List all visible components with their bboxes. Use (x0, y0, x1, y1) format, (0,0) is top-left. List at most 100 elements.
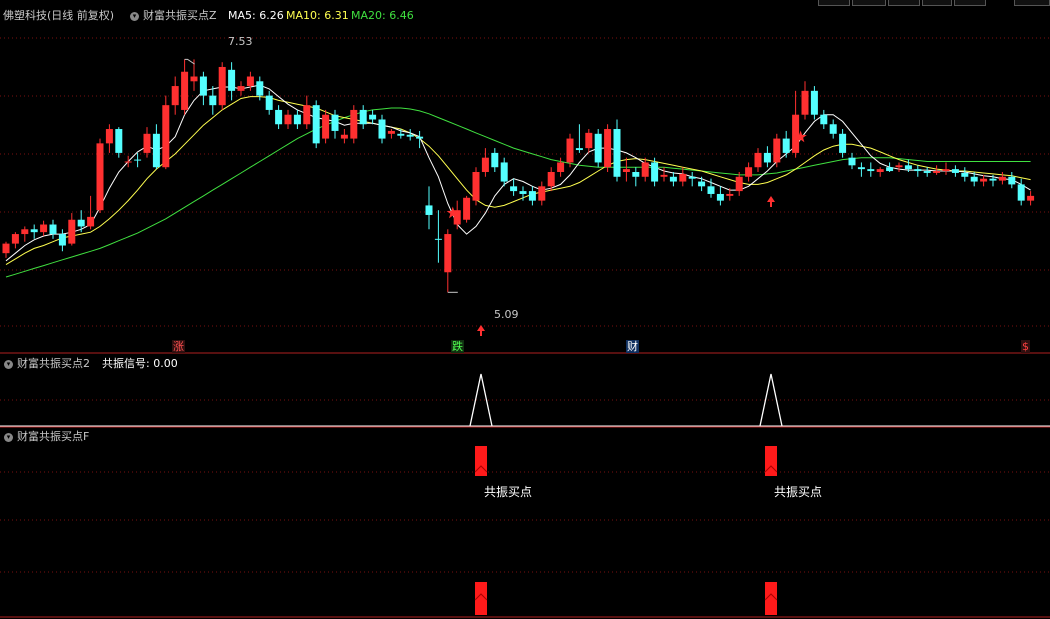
candle-body (763, 152, 771, 163)
candle-body (998, 176, 1006, 181)
menu-tab[interactable] (852, 0, 886, 6)
menu-tab[interactable] (954, 0, 986, 6)
candle-body (792, 114, 800, 153)
low-price-label: 5.09 (494, 308, 519, 321)
candle-body (857, 167, 865, 170)
panel2-value: 共振信号: 0.00 (102, 357, 178, 370)
candle-body (660, 174, 668, 177)
candle-body (1017, 184, 1025, 201)
candle-body (886, 167, 894, 172)
candle-body (322, 114, 330, 139)
ma5-label: MA5: 6.26 (228, 9, 284, 22)
chevron-down-icon[interactable]: ▾ (4, 360, 13, 369)
candle-body (444, 234, 452, 273)
panel3-title: 财富共振买点F (17, 430, 90, 443)
signal-label: 共振买点 (774, 485, 823, 499)
candle-body (933, 171, 941, 173)
candle-body (547, 172, 555, 187)
candle-body (68, 219, 76, 244)
candle-body (359, 109, 367, 125)
arrow-up-icon (477, 325, 485, 336)
arrow-up-icon (767, 196, 775, 207)
candle-body (867, 169, 875, 172)
candle-body (989, 178, 997, 181)
candle-body (754, 152, 762, 168)
signal-spike (759, 373, 783, 427)
menu-tab[interactable] (1014, 0, 1050, 6)
candle-body (275, 109, 283, 125)
candle-body (726, 193, 734, 196)
menu-tab[interactable] (888, 0, 920, 6)
stock-title: 佛塑科技(日线 前复权) (3, 9, 115, 22)
candle-body (632, 172, 640, 177)
candle-body (782, 138, 790, 153)
dollar-marker: $ (1021, 340, 1030, 353)
candle-body (735, 176, 743, 192)
candle-body (575, 148, 583, 151)
candle-body (914, 169, 922, 172)
candle-body (557, 162, 565, 172)
candle-body (566, 138, 574, 163)
candle-body (876, 169, 884, 172)
candle-body (604, 129, 612, 168)
ma5-line (5, 84, 1031, 262)
candle-body (124, 161, 132, 163)
candle-body (406, 134, 414, 137)
high-price-label: 7.53 (228, 35, 253, 48)
candle-body (331, 114, 339, 131)
candle-body (369, 114, 377, 120)
chevron-down-icon[interactable]: ▾ (4, 433, 13, 442)
candle-body (30, 229, 38, 233)
ma10-label: MA10: 6.31 (286, 9, 349, 22)
candle-body (199, 76, 207, 96)
candle-body (538, 186, 546, 201)
candle-body (613, 129, 621, 177)
ma20-label: MA20: 6.46 (351, 9, 414, 22)
candle-body (585, 132, 593, 149)
candle-body (980, 178, 988, 182)
chevron-down-icon[interactable]: ▾ (130, 12, 139, 21)
candle-body (378, 119, 386, 139)
candle-body (96, 143, 104, 211)
candle-body (1008, 176, 1016, 185)
candle-body (519, 191, 527, 194)
candle-body (416, 136, 424, 139)
candle-body (651, 162, 659, 182)
candle-body (500, 162, 508, 182)
candle-body (2, 243, 10, 254)
signal-label: 共振买点 (484, 485, 533, 499)
candle-body (246, 76, 254, 87)
candle-body (773, 138, 781, 163)
candle-body (162, 105, 170, 168)
candle-body (303, 105, 311, 125)
candle-body (434, 238, 442, 240)
indicator-name: 财富共振买点Z (143, 9, 217, 22)
candle-body (190, 76, 198, 82)
candle-body (228, 69, 236, 91)
chart-canvas (0, 37, 1050, 618)
ma20-line (5, 107, 1031, 278)
signal-bar (765, 446, 777, 476)
candle-body (961, 172, 969, 177)
candle-body (951, 169, 959, 173)
candle-body (707, 186, 715, 194)
candle-body (510, 186, 518, 192)
candle-body (688, 176, 696, 179)
candle-body (143, 133, 151, 153)
menu-tab[interactable] (922, 0, 952, 6)
candle-body (491, 152, 499, 168)
zhang-marker: 涨 (172, 340, 185, 353)
candle-body (87, 216, 95, 227)
candle-body (463, 197, 471, 220)
menu-tab[interactable] (818, 0, 850, 6)
candle-body (218, 66, 226, 106)
candle-body (923, 171, 931, 173)
candle-body (181, 71, 189, 110)
candle-body (679, 173, 687, 182)
candle-body (11, 234, 19, 244)
candle-body (105, 129, 113, 144)
candle-body (1027, 195, 1035, 201)
panel2-title: 财富共振买点2 (17, 357, 90, 370)
candle-body (622, 169, 630, 172)
candle-body (895, 165, 903, 168)
